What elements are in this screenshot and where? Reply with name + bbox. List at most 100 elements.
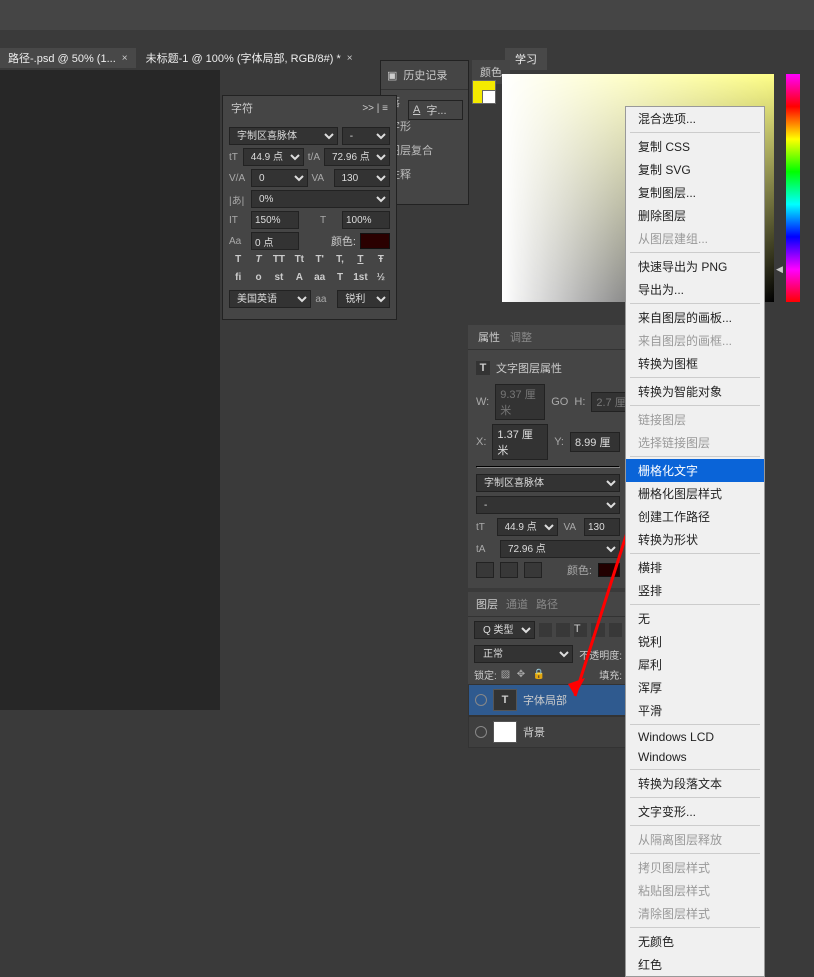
menu-item[interactable]: Windows bbox=[626, 747, 764, 767]
layer-row[interactable]: T 字体局部 bbox=[468, 684, 628, 716]
menu-item[interactable]: 浑厚 bbox=[626, 676, 764, 699]
menu-item[interactable]: 混合选项... bbox=[626, 107, 764, 130]
hscale-input[interactable] bbox=[342, 211, 390, 229]
menu-item[interactable]: Windows LCD bbox=[626, 727, 764, 747]
menu-item[interactable]: 竖排 bbox=[626, 579, 764, 602]
visibility-icon[interactable] bbox=[475, 694, 487, 706]
menu-item[interactable]: 快速导出为 PNG bbox=[626, 255, 764, 278]
char-button[interactable]: 字... bbox=[426, 102, 446, 118]
menu-item[interactable]: 转换为智能对象 bbox=[626, 380, 764, 403]
allcaps-button[interactable]: TT bbox=[271, 254, 287, 268]
subscript-button[interactable]: T, bbox=[332, 254, 348, 268]
font-style-select[interactable]: - bbox=[342, 127, 390, 145]
lock-pixels-icon[interactable]: ▨ bbox=[501, 669, 513, 681]
scale-input[interactable]: 0% bbox=[251, 190, 390, 208]
superscript-button[interactable]: T' bbox=[312, 254, 328, 268]
menu-item[interactable]: 复制图层... bbox=[626, 181, 764, 204]
tab-adjustments[interactable]: 调整 bbox=[510, 329, 532, 345]
menu-item[interactable]: 复制 SVG bbox=[626, 158, 764, 181]
menu-item[interactable]: 导出为... bbox=[626, 278, 764, 301]
canvas[interactable] bbox=[0, 70, 220, 710]
filter-pixel-icon[interactable] bbox=[539, 623, 552, 637]
panel-menu-icon[interactable]: >> | ≡ bbox=[362, 103, 388, 114]
prop-size-input[interactable]: 44.9 点 bbox=[497, 518, 558, 536]
titling-button[interactable]: T bbox=[332, 272, 348, 286]
fraction-button[interactable]: ½ bbox=[373, 272, 389, 286]
link-icon[interactable]: GO bbox=[551, 396, 568, 408]
filter-shape-icon[interactable] bbox=[591, 623, 604, 637]
tab-layers[interactable]: 图层 bbox=[476, 596, 498, 612]
close-icon[interactable]: × bbox=[347, 53, 353, 64]
strike-button[interactable]: Ŧ bbox=[373, 254, 389, 268]
visibility-icon[interactable] bbox=[475, 726, 487, 738]
bold-button[interactable]: T bbox=[230, 254, 246, 268]
swash-button[interactable]: A bbox=[291, 272, 307, 286]
document-tab-1[interactable]: 路径-.psd @ 50% (1... × bbox=[0, 48, 136, 68]
aa-select[interactable]: 锐利 bbox=[337, 290, 390, 308]
baseline-input[interactable] bbox=[251, 232, 299, 250]
stylistic-button[interactable]: aa bbox=[312, 272, 328, 286]
alt-button[interactable]: o bbox=[251, 272, 267, 286]
align-right-button[interactable] bbox=[524, 562, 542, 578]
learn-tab[interactable]: 学习 bbox=[505, 48, 547, 70]
layer-row[interactable]: 背景 bbox=[468, 716, 628, 748]
tab-paths[interactable]: 路径 bbox=[536, 596, 558, 612]
menu-item[interactable]: 栅格化图层样式 bbox=[626, 482, 764, 505]
prop-track-input[interactable] bbox=[584, 518, 620, 536]
align-center-button[interactable] bbox=[500, 562, 518, 578]
menu-item[interactable]: 复制 CSS bbox=[626, 135, 764, 158]
prop-color-swatch[interactable] bbox=[598, 563, 620, 577]
ligature-button[interactable]: fi bbox=[230, 272, 246, 286]
filter-smart-icon[interactable] bbox=[609, 623, 622, 637]
menu-item[interactable]: 转换为段落文本 bbox=[626, 772, 764, 795]
menu-item[interactable]: 犀利 bbox=[626, 653, 764, 676]
leading-input[interactable]: 72.96 点 bbox=[324, 148, 390, 166]
menu-item[interactable]: 转换为图框 bbox=[626, 352, 764, 375]
menu-item[interactable]: 来自图层的画板... bbox=[626, 306, 764, 329]
menu-item[interactable]: 横排 bbox=[626, 556, 764, 579]
menu-item[interactable]: 删除图层 bbox=[626, 204, 764, 227]
italic-button[interactable]: T bbox=[251, 254, 267, 268]
blend-mode-select[interactable]: 正常 bbox=[474, 645, 573, 663]
tab-channels[interactable]: 通道 bbox=[506, 596, 528, 612]
align-left-button[interactable] bbox=[476, 562, 494, 578]
tab-properties[interactable]: 属性 bbox=[478, 329, 500, 345]
font-size-input[interactable]: 44.9 点 bbox=[243, 148, 304, 166]
layer-name[interactable]: 背景 bbox=[523, 724, 545, 740]
menu-item[interactable]: 栅格化文字 bbox=[626, 459, 764, 482]
menu-item[interactable]: 文字变形... bbox=[626, 800, 764, 823]
menu-item[interactable]: 无 bbox=[626, 607, 764, 630]
layer-name[interactable]: 字体局部 bbox=[523, 692, 567, 708]
lock-position-icon[interactable]: ✥ bbox=[517, 669, 529, 681]
tracking-input[interactable]: 130 bbox=[334, 169, 391, 187]
disc-button[interactable]: st bbox=[271, 272, 287, 286]
kerning-input[interactable]: 0 bbox=[251, 169, 308, 187]
prop-leading-input[interactable]: 72.96 点 bbox=[500, 540, 620, 558]
y-input[interactable]: 8.99 厘 bbox=[570, 432, 620, 452]
close-icon[interactable]: × bbox=[122, 53, 128, 64]
width-input[interactable]: 9.37 厘米 bbox=[495, 384, 545, 420]
menu-item[interactable]: 转换为形状 bbox=[626, 528, 764, 551]
filter-type-icon[interactable]: T bbox=[574, 623, 587, 637]
prop-font-select[interactable]: 字制区喜脉体 bbox=[476, 474, 620, 492]
menu-item[interactable]: 无颜色 bbox=[626, 930, 764, 953]
menu-item[interactable]: 平滑 bbox=[626, 699, 764, 722]
vscale-input[interactable] bbox=[251, 211, 299, 229]
prop-style-select[interactable]: - bbox=[476, 496, 620, 514]
menu-item[interactable]: 创建工作路径 bbox=[626, 505, 764, 528]
layer-filter-type[interactable]: Q 类型 bbox=[474, 621, 535, 639]
lang-select[interactable]: 美国英语 bbox=[229, 290, 311, 308]
menu-item[interactable]: 锐利 bbox=[626, 630, 764, 653]
type-orientation-icon[interactable]: A bbox=[413, 104, 420, 116]
smallcaps-button[interactable]: Tt bbox=[291, 254, 307, 268]
menu-item[interactable]: 红色 bbox=[626, 953, 764, 976]
hue-slider[interactable] bbox=[786, 74, 800, 302]
ordinal-button[interactable]: 1st bbox=[352, 272, 368, 286]
background-color-swatch[interactable] bbox=[482, 90, 496, 104]
document-tab-2[interactable]: 未标题-1 @ 100% (字体局部, RGB/8#) * × bbox=[138, 48, 361, 68]
text-color-swatch[interactable] bbox=[360, 233, 390, 249]
x-input[interactable]: 1.37 厘米 bbox=[492, 424, 548, 460]
lock-all-icon[interactable]: 🔒 bbox=[533, 669, 545, 681]
font-family-select[interactable]: 字制区喜脉体 bbox=[229, 127, 338, 145]
underline-button[interactable]: T bbox=[352, 254, 368, 268]
